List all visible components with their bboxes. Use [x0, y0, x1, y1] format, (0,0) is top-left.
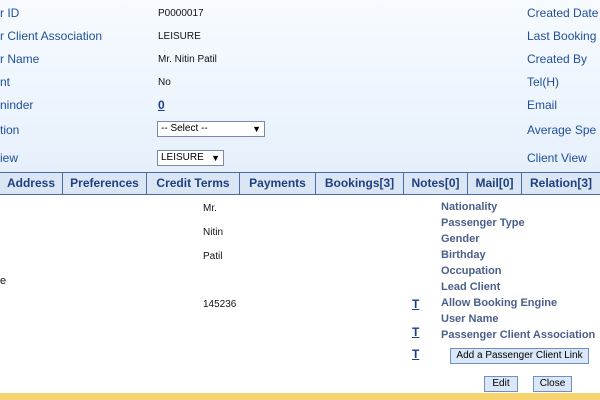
view-label: iew [0, 151, 19, 165]
client-flag-label: nt [0, 75, 11, 89]
last-name-value: Patil [203, 251, 223, 262]
client-association-label: r Client Association [0, 29, 103, 43]
reminder-count-link[interactable]: 0 [158, 98, 165, 112]
client-id-label: r ID [0, 6, 20, 20]
reminder-label: ninder [0, 98, 34, 112]
client-name-label: r Name [0, 52, 40, 66]
view-select[interactable]: LEISURE ▼ [157, 150, 224, 166]
footer-bar [0, 393, 600, 400]
user-name-link[interactable]: T [412, 325, 419, 339]
view-select-value: LEISURE [161, 152, 204, 163]
add-passenger-client-link-button[interactable]: Add a Passenger Client Link [450, 348, 589, 364]
action-select[interactable]: -- Select -- ▼ [157, 121, 265, 137]
client-number-value: 145236 [203, 299, 237, 310]
tab-address[interactable]: Address [0, 173, 63, 194]
client-flag-value: No [158, 77, 171, 88]
first-name-value: Nitin [203, 227, 224, 238]
last-booking-label: Last Booking [527, 29, 597, 43]
tab-credit-terms[interactable]: Credit Terms [147, 173, 240, 194]
client-header-panel [0, 0, 600, 172]
title-value: Mr. [203, 203, 217, 214]
tab-notes[interactable]: Notes[0] [404, 173, 468, 194]
email-label: Email [527, 98, 558, 112]
partial-label: e [0, 275, 7, 287]
occupation-label: Occupation [441, 265, 502, 277]
nationality-label: Nationality [441, 201, 498, 213]
allow-booking-engine-label: Allow Booking Engine [441, 297, 558, 309]
tab-bookings[interactable]: Bookings[3] [316, 173, 404, 194]
client-view-label: Client View [527, 151, 587, 165]
average-spend-label: Average Spe [527, 123, 597, 137]
action-label: tion [0, 123, 20, 137]
client-id-value: P0000017 [158, 8, 204, 19]
gender-label: Gender [441, 233, 480, 245]
created-by-label: Created By [527, 52, 588, 66]
chevron-down-icon: ▼ [211, 153, 220, 163]
client-association-value: LEISURE [158, 31, 201, 42]
tab-relation[interactable]: Relation[3] [522, 173, 600, 194]
passenger-type-label: Passenger Type [441, 217, 525, 229]
edit-button[interactable]: Edit [484, 376, 518, 392]
created-date-label: Created Date [527, 6, 599, 20]
chevron-down-icon: ▼ [252, 124, 261, 134]
action-select-value: -- Select -- [161, 123, 208, 134]
tab-preferences[interactable]: Preferences [63, 173, 147, 194]
birthday-label: Birthday [441, 249, 486, 261]
lead-client-label: Lead Client [441, 281, 501, 293]
tab-mail[interactable]: Mail[0] [468, 173, 522, 194]
client-name-value: Mr. Nitin Patil [158, 54, 217, 65]
tel-home-label: Tel(H) [527, 75, 559, 89]
tab-payments[interactable]: Payments [240, 173, 316, 194]
passenger-client-association-label: Passenger Client Association [441, 329, 596, 341]
user-name-label: User Name [441, 313, 499, 325]
allow-booking-engine-link[interactable]: T [412, 297, 419, 311]
association-link[interactable]: T [412, 347, 419, 361]
tab-bar: Address Preferences Credit Terms Payment… [0, 172, 600, 195]
close-button[interactable]: Close [533, 376, 572, 392]
